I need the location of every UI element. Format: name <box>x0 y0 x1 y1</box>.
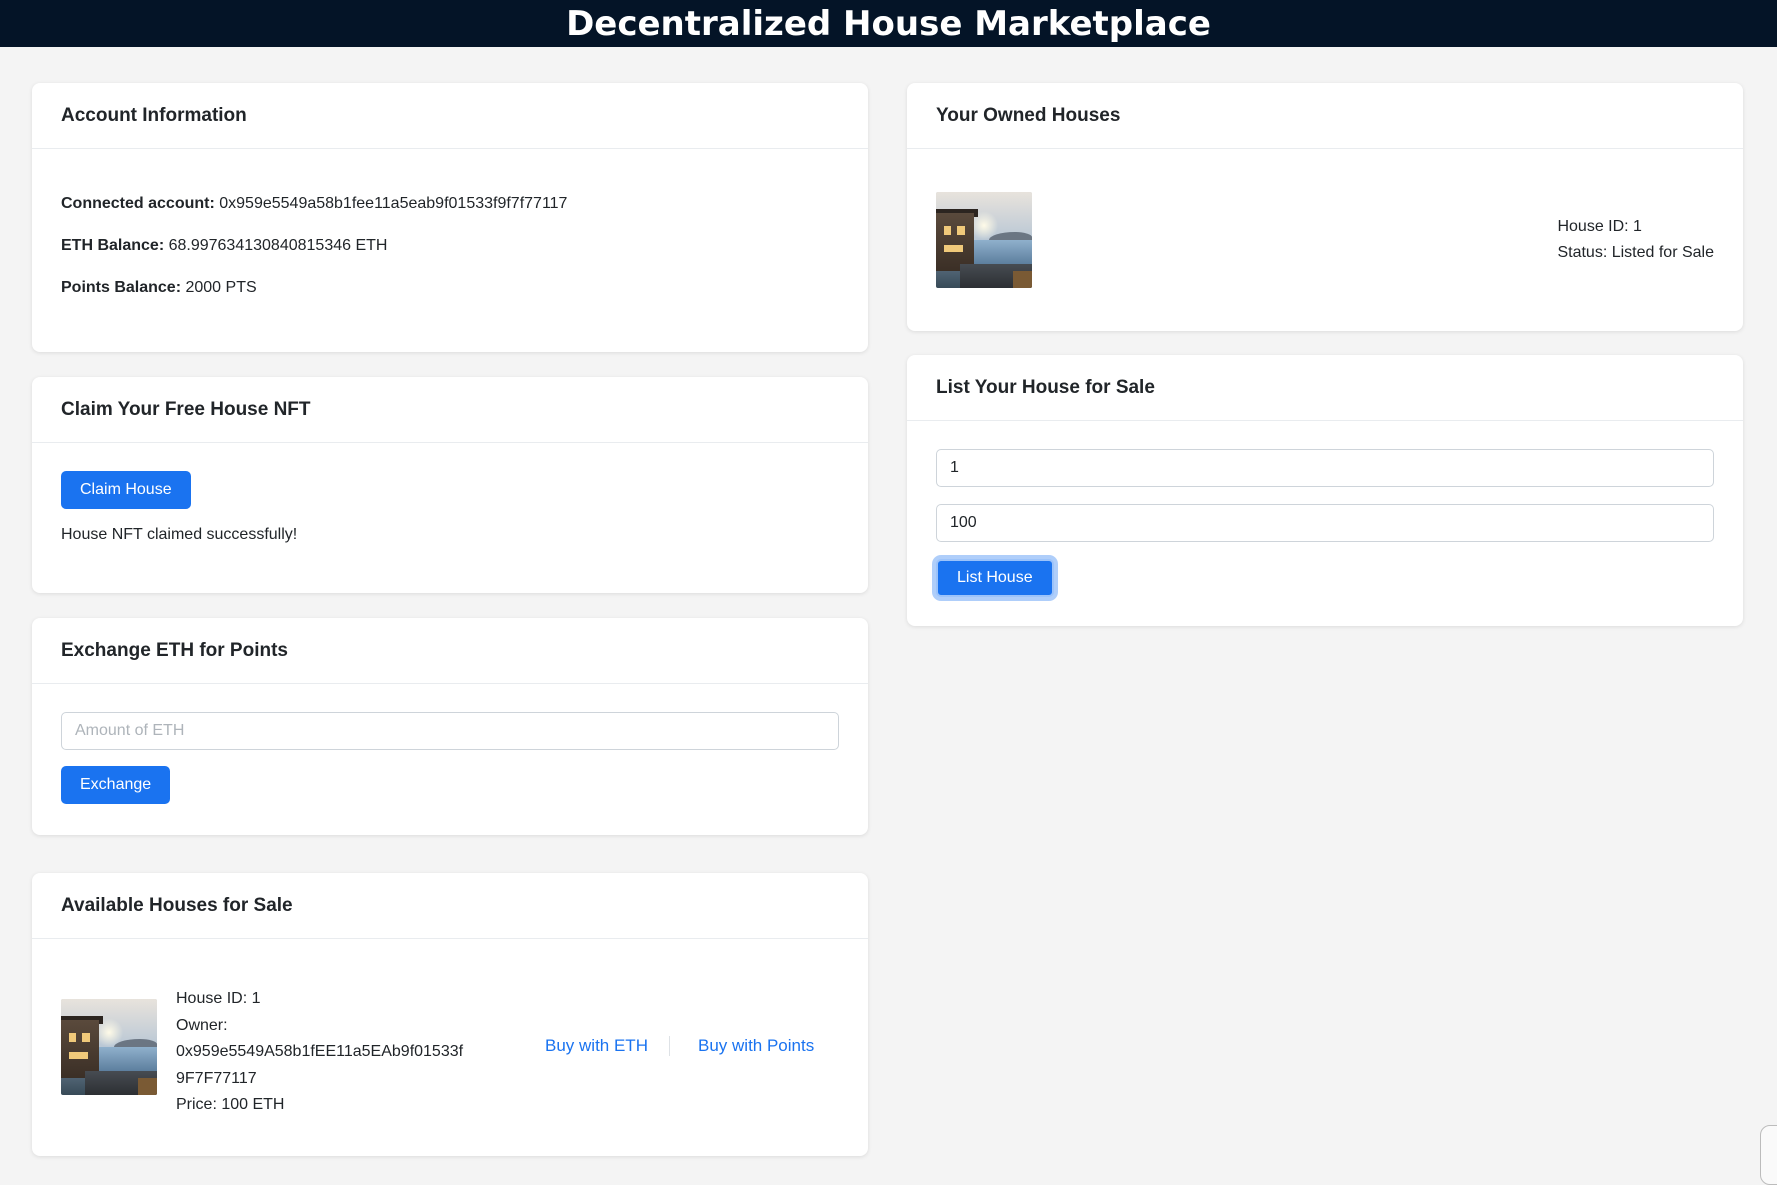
listing-owner-address-line2: 9F7F77117 <box>176 1069 257 1087</box>
owned-house-id: House ID: 1 <box>1557 218 1642 235</box>
claim-house-body: Claim House House NFT claimed successful… <box>32 443 868 572</box>
points-balance-label: Points Balance: <box>61 279 182 296</box>
available-houses-header: Available Houses for Sale <box>32 873 868 939</box>
list-house-header: List Your House for Sale <box>907 355 1743 421</box>
claim-house-header: Claim Your Free House NFT <box>32 377 868 443</box>
claim-house-title: Claim Your Free House NFT <box>61 398 311 420</box>
claim-house-button[interactable]: Claim House <box>61 471 191 509</box>
house-photo-icon <box>61 999 157 1095</box>
link-divider <box>669 1036 670 1056</box>
points-balance-value: 2000 PTS <box>185 279 257 296</box>
scroll-handle[interactable] <box>1760 1125 1777 1185</box>
exchange-button[interactable]: Exchange <box>61 766 171 804</box>
connected-account-label: Connected account: <box>61 195 215 212</box>
house-id-input[interactable]: 1 <box>936 449 1714 487</box>
house-photo-icon <box>936 192 1032 288</box>
list-house-title: List Your House for Sale <box>936 376 1155 398</box>
points-balance-row: Points Balance: 2000 PTS <box>61 279 839 297</box>
app-title: Decentralized House Marketplace <box>566 3 1211 44</box>
eth-amount-input[interactable]: Amount of ETH <box>61 712 839 750</box>
claim-house-card: Claim Your Free House NFT Claim House Ho… <box>32 377 868 593</box>
eth-balance-label: ETH Balance: <box>61 237 165 254</box>
exchange-title: Exchange ETH for Points <box>61 639 288 661</box>
app-header: Decentralized House Marketplace <box>0 0 1777 47</box>
list-house-body: 1 100 List House <box>907 421 1743 625</box>
connected-account-value: 0x959e5549a58b1fee11a5eab9f01533f9f7f771… <box>219 195 568 212</box>
available-houses-title: Available Houses for Sale <box>61 894 293 916</box>
owned-house-details: House ID: 1 Status: Listed for Sale <box>1557 214 1714 266</box>
list-house-card: List Your House for Sale 1 100 List Hous… <box>907 355 1743 626</box>
account-info-header: Account Information <box>32 83 868 149</box>
buy-with-eth-link[interactable]: Buy with ETH <box>545 1036 648 1056</box>
eth-balance-row: ETH Balance: 68.997634130840815346 ETH <box>61 237 839 255</box>
exchange-header: Exchange ETH for Points <box>32 618 868 684</box>
list-house-button[interactable]: List House <box>936 559 1054 597</box>
price-input[interactable]: 100 <box>936 504 1714 542</box>
buy-with-points-link[interactable]: Buy with Points <box>698 1036 814 1056</box>
house-listing-item: House ID: 1 Owner: 0x959e5549A58b1fEE11a… <box>32 939 868 1156</box>
exchange-card: Exchange ETH for Points Amount of ETH Ex… <box>32 618 868 835</box>
account-info-title: Account Information <box>61 104 247 126</box>
exchange-body: Amount of ETH Exchange <box>32 684 868 832</box>
account-info-card: Account Information Connected account: 0… <box>32 83 868 352</box>
available-houses-card: Available Houses for Sale House ID: 1 Ow… <box>32 873 868 1156</box>
listing-owner-address-line1: 0x959e5549A58b1fEE11a5EAb9f01533f <box>176 1043 464 1060</box>
owned-house-item: House ID: 1 Status: Listed for Sale <box>907 149 1743 331</box>
house-listing-details: House ID: 1 Owner: 0x959e5549A58b1fEE11a… <box>176 986 463 1119</box>
owned-house-status: Status: Listed for Sale <box>1557 244 1714 261</box>
account-info-body: Connected account: 0x959e5549a58b1fee11a… <box>32 149 868 325</box>
listing-owner-label: Owner: <box>176 1016 228 1034</box>
owned-houses-title: Your Owned Houses <box>936 104 1121 126</box>
listing-price: Price: 100 ETH <box>176 1096 285 1113</box>
eth-balance-value: 68.997634130840815346 ETH <box>168 237 388 254</box>
claim-status-message: House NFT claimed successfully! <box>61 526 298 543</box>
owned-houses-header: Your Owned Houses <box>907 83 1743 149</box>
connected-account-row: Connected account: 0x959e5549a58b1fee11a… <box>61 195 839 213</box>
owned-houses-card: Your Owned Houses House ID: 1 Status: Li… <box>907 83 1743 331</box>
listing-house-id: House ID: 1 <box>176 990 261 1007</box>
